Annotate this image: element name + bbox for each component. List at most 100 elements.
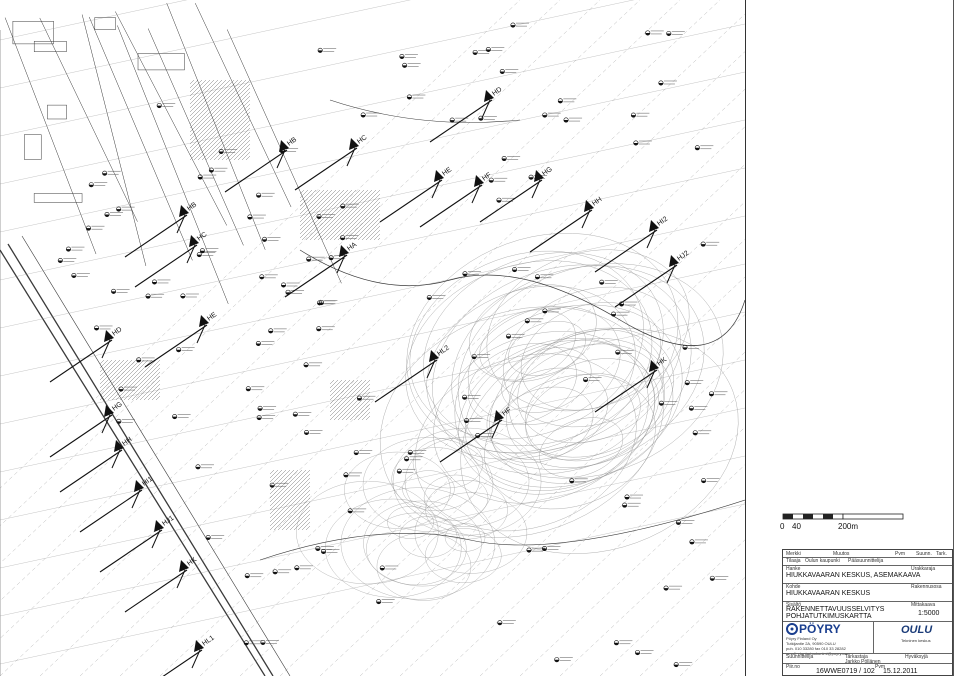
borehole-marker[interactable] — [708, 391, 728, 397]
section-marker-hh[interactable]: HH — [59, 436, 133, 493]
borehole-marker[interactable] — [256, 415, 276, 421]
borehole-marker[interactable] — [485, 47, 505, 53]
borehole-marker[interactable] — [316, 326, 335, 332]
section-marker-hk[interactable]: HK — [124, 556, 198, 613]
borehole-marker[interactable] — [304, 430, 323, 436]
borehole-marker[interactable] — [524, 318, 544, 324]
borehole-marker[interactable] — [406, 94, 426, 100]
borehole-marker[interactable] — [244, 573, 264, 579]
borehole-marker[interactable] — [709, 575, 729, 581]
borehole-marker[interactable] — [247, 214, 266, 220]
borehole-marker[interactable] — [478, 115, 497, 121]
section-marker-hc[interactable]: HC — [134, 231, 208, 288]
borehole-marker[interactable] — [462, 394, 481, 400]
borehole-marker[interactable] — [256, 192, 275, 198]
section-marker-hi2[interactable]: HI2 — [594, 216, 669, 273]
borehole-marker[interactable] — [360, 112, 380, 118]
borehole-marker[interactable] — [426, 294, 446, 300]
borehole-marker[interactable] — [557, 98, 577, 104]
borehole-marker[interactable] — [701, 478, 720, 484]
borehole-marker[interactable] — [316, 214, 336, 220]
borehole-marker[interactable] — [501, 156, 521, 162]
borehole-marker[interactable] — [317, 47, 337, 53]
section-marker-hj2[interactable]: HJ2 — [614, 250, 690, 308]
borehole-marker[interactable] — [510, 22, 529, 28]
borehole-marker[interactable] — [104, 212, 124, 218]
borehole-marker[interactable] — [102, 170, 121, 176]
borehole-marker[interactable] — [88, 182, 108, 188]
section-marker-he[interactable]: HE — [144, 311, 218, 368]
borehole-marker[interactable] — [666, 30, 685, 36]
borehole-marker[interactable] — [294, 565, 313, 571]
borehole-marker[interactable] — [195, 464, 214, 470]
borehole-marker[interactable] — [624, 494, 644, 500]
section-marker-hc[interactable]: HC — [294, 134, 368, 191]
borehole-marker[interactable] — [599, 279, 618, 285]
section-marker-hh[interactable]: HH — [529, 196, 603, 253]
borehole-marker[interactable] — [85, 225, 105, 231]
borehole-marker[interactable] — [563, 117, 583, 123]
section-marker-hd[interactable]: HD — [49, 326, 123, 383]
borehole-marker[interactable] — [292, 411, 312, 417]
borehole-marker[interactable] — [663, 585, 683, 591]
borehole-marker[interactable] — [694, 145, 714, 151]
borehole-marker[interactable] — [151, 279, 171, 285]
section-marker-he[interactable]: HE — [379, 166, 453, 223]
borehole-marker[interactable] — [512, 267, 531, 273]
borehole-marker[interactable] — [630, 112, 650, 118]
borehole-marker[interactable] — [156, 103, 176, 109]
borehole-marker[interactable] — [65, 246, 85, 252]
borehole-marker[interactable] — [689, 539, 708, 545]
borehole-marker[interactable] — [255, 341, 275, 347]
section-marker-hi1[interactable]: HI1 — [79, 476, 154, 533]
borehole-marker[interactable] — [257, 405, 277, 411]
borehole-marker[interactable] — [259, 274, 278, 280]
borehole-marker[interactable] — [57, 257, 77, 263]
section-marker-hj1[interactable]: HJ1 — [99, 515, 175, 573]
borehole-marker[interactable] — [320, 549, 340, 555]
section-marker-ha[interactable]: HA — [284, 241, 358, 298]
borehole-marker[interactable] — [343, 472, 362, 478]
borehole-marker[interactable] — [645, 30, 664, 36]
borehole-marker[interactable] — [407, 449, 427, 455]
borehole-marker[interactable] — [692, 430, 712, 436]
borehole-marker[interactable] — [497, 620, 516, 626]
borehole-marker[interactable] — [303, 362, 323, 368]
borehole-marker[interactable] — [199, 248, 219, 254]
borehole-marker[interactable] — [180, 293, 199, 299]
borehole-marker[interactable] — [611, 311, 630, 317]
borehole-marker[interactable] — [111, 288, 130, 294]
section-marker-hl1[interactable]: HL1 — [140, 634, 216, 676]
borehole-marker[interactable] — [488, 177, 508, 183]
section-marker-hd[interactable]: HD — [429, 86, 503, 143]
borehole-marker[interactable] — [622, 502, 641, 508]
borehole-marker[interactable] — [399, 54, 418, 60]
survey-map[interactable]: HD HB HC HE HF HG HH HI2 HJ2 HA HB HC HE HD HL2 HK HF HG H… — [0, 0, 745, 676]
borehole-marker[interactable] — [281, 282, 300, 288]
borehole-marker[interactable] — [613, 640, 633, 646]
borehole-marker[interactable] — [658, 80, 677, 86]
borehole-marker[interactable] — [534, 274, 554, 280]
borehole-marker[interactable] — [635, 650, 654, 656]
borehole-marker[interactable] — [340, 235, 359, 241]
borehole-marker[interactable] — [353, 450, 373, 456]
borehole-marker[interactable] — [94, 325, 113, 331]
borehole-marker[interactable] — [700, 241, 720, 247]
section-marker-hf[interactable]: HF — [419, 172, 493, 228]
borehole-marker[interactable] — [116, 418, 135, 424]
borehole-marker[interactable] — [673, 662, 693, 668]
borehole-marker[interactable] — [499, 69, 519, 75]
section-marker-hg[interactable]: HG — [479, 166, 554, 223]
borehole-marker[interactable] — [118, 386, 138, 392]
borehole-marker[interactable] — [172, 414, 191, 420]
borehole-marker[interactable] — [272, 569, 292, 575]
borehole-marker[interactable] — [684, 380, 704, 386]
borehole-marker[interactable] — [196, 252, 216, 258]
borehole-marker[interactable] — [208, 167, 228, 173]
borehole-marker[interactable] — [379, 565, 399, 571]
borehole-marker[interactable] — [554, 657, 573, 663]
section-marker-hl2[interactable]: HL2 — [374, 344, 451, 403]
borehole-marker[interactable] — [176, 347, 195, 353]
borehole-marker[interactable] — [205, 535, 225, 541]
borehole-marker[interactable] — [402, 62, 421, 68]
